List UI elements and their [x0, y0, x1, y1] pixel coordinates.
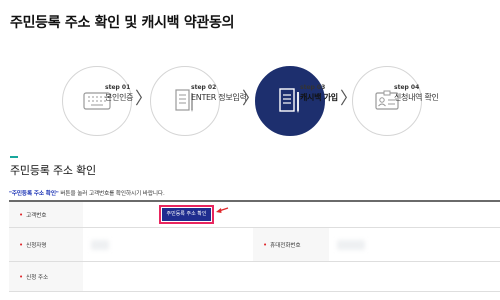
step-1-number: step 01 — [105, 84, 131, 91]
mobile-label: • 휴대전화번호 — [253, 228, 329, 261]
step-4: step 04 신청내역 확인 — [352, 66, 462, 136]
section-title: 주민등록 주소 확인 — [10, 164, 96, 177]
step-2-number: step 02 — [191, 84, 217, 91]
pointer-arrow-icon — [216, 207, 229, 213]
step-4-number: step 04 — [394, 84, 420, 91]
step-1-label: 본인인증 — [105, 93, 134, 102]
mobile-value-redacted — [337, 240, 365, 250]
step-3-label: 캐시백 가입 — [300, 93, 338, 102]
section-marker — [10, 156, 18, 158]
address-confirm-button-label: 주민등록 주소 확인 — [162, 208, 211, 221]
required-bullet: • — [263, 240, 268, 249]
address-confirm-button[interactable]: 주민등록 주소 확인 — [159, 205, 214, 224]
customer-number-label: • 고객번호 — [9, 202, 83, 227]
required-bullet: • — [19, 240, 24, 249]
step-2: step 02 ENTER 정보입력 — [150, 66, 250, 136]
address-label: • 신청 주소 — [9, 262, 83, 291]
notice-highlight: "주민등록 주소 확인" — [9, 191, 59, 197]
notice-text: "주민등록 주소 확인" 버튼을 눌러 고객번호를 확인하시기 바랍니다. — [9, 189, 165, 197]
required-bullet: • — [19, 272, 24, 281]
step-indicator: step 01 본인인증 〉 step 02 ENTER 정보입력 〉 step… — [0, 66, 500, 136]
form-row-applicant: • 신청자명 • 휴대전화번호 — [9, 228, 500, 262]
form-row-customer-number: • 고객번호 주민등록 주소 확인 — [9, 202, 500, 228]
applicant-value-redacted — [91, 240, 109, 250]
step-4-label: 신청내역 확인 — [394, 93, 439, 102]
notice-rest: 버튼을 눌러 고객번호를 확인하시기 바랍니다. — [58, 191, 165, 197]
page-title: 주민등록 주소 확인 및 캐시백 약관동의 — [10, 15, 235, 31]
required-bullet: • — [19, 210, 24, 219]
form-row-address: • 신청 주소 — [9, 262, 500, 292]
document-pen-icon — [279, 88, 299, 113]
address-form: • 고객번호 주민등록 주소 확인 • 신청자명 • 휴대전화번호 • 신청 주소 — [9, 200, 500, 292]
step-3-number: step 03 — [300, 84, 326, 91]
step-2-label: ENTER 정보입력 — [191, 93, 247, 102]
applicant-label: • 신청자명 — [9, 228, 83, 261]
